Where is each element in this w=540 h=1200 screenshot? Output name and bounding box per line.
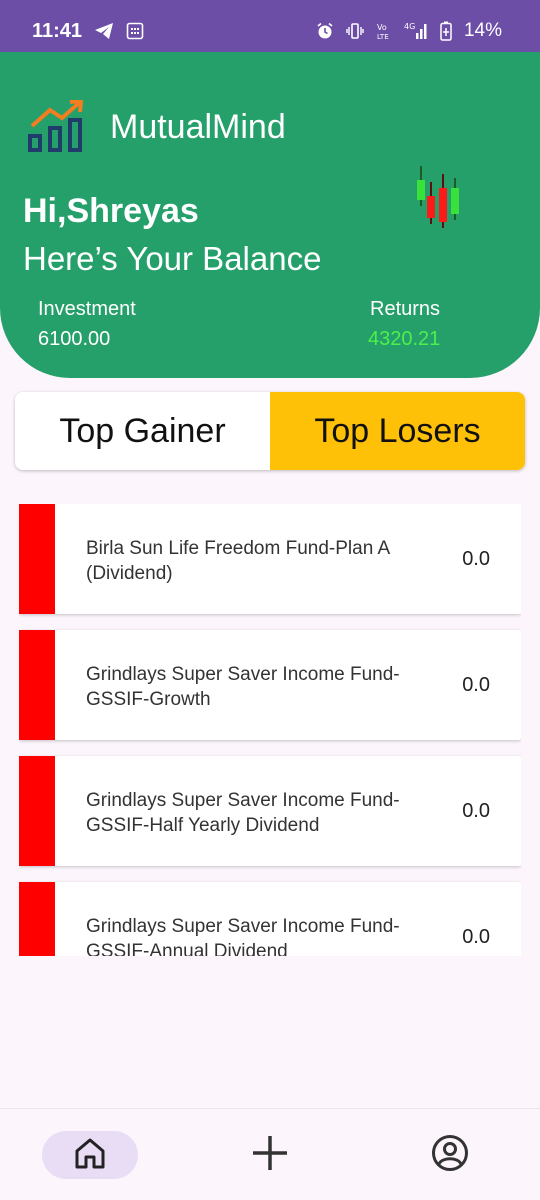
balance-header: MutualMind Hi,Shreyas Here’s Your Balanc… bbox=[0, 52, 540, 378]
nav-profile-button[interactable] bbox=[426, 1131, 474, 1179]
signal-icon: 4G bbox=[404, 21, 428, 41]
balance-title: Here’s Your Balance bbox=[23, 240, 322, 277]
profile-icon bbox=[431, 1134, 469, 1177]
list-item[interactable]: Grindlays Super Saver Income Fund-GSSIF-… bbox=[19, 630, 521, 740]
battery-icon bbox=[440, 21, 452, 41]
fund-value: 0.0 bbox=[462, 800, 490, 822]
returns-label: Returns bbox=[370, 298, 441, 320]
list-item[interactable]: Grindlays Super Saver Income Fund-GSSIF-… bbox=[19, 756, 521, 866]
app-logo-icon bbox=[28, 98, 88, 159]
bottom-navigation bbox=[0, 1108, 540, 1200]
list-item[interactable]: Grindlays Super Saver Income Fund-GSSIF-… bbox=[19, 882, 521, 956]
add-icon bbox=[250, 1133, 290, 1178]
fund-value: 0.0 bbox=[462, 674, 490, 696]
calendar-icon bbox=[126, 22, 144, 40]
nav-add-button[interactable] bbox=[246, 1131, 294, 1179]
svg-text:LTE: LTE bbox=[377, 33, 389, 41]
loser-indicator bbox=[19, 882, 55, 956]
fund-value: 0.0 bbox=[462, 926, 490, 948]
svg-text:4G: 4G bbox=[404, 22, 415, 31]
investment-label: Investment bbox=[38, 298, 136, 320]
loser-indicator bbox=[19, 630, 55, 740]
volte-icon: Vo LTE bbox=[376, 21, 392, 41]
alarm-icon bbox=[316, 22, 334, 40]
vibrate-icon bbox=[346, 22, 364, 40]
status-time: 11:41 bbox=[32, 19, 83, 42]
top-gainer-tab[interactable]: Top Gainer bbox=[15, 392, 270, 470]
telegram-icon bbox=[94, 22, 114, 40]
investment-value: 6100.00 bbox=[38, 328, 111, 350]
svg-text:Vo: Vo bbox=[377, 23, 387, 32]
returns-value: 4320.21 bbox=[368, 328, 441, 350]
fund-name: Grindlays Super Saver Income Fund-GSSIF-… bbox=[86, 916, 400, 956]
status-right: Vo LTE 4G 14% bbox=[316, 20, 502, 42]
battery-percent: 14% bbox=[463, 20, 502, 41]
home-icon bbox=[72, 1135, 108, 1176]
nav-home-button[interactable] bbox=[42, 1131, 138, 1179]
fund-value: 0.0 bbox=[462, 548, 490, 570]
fund-list[interactable]: Birla Sun Life Freedom Fund-Plan A (Divi… bbox=[19, 504, 521, 956]
list-item[interactable]: Birla Sun Life Freedom Fund-Plan A (Divi… bbox=[19, 504, 521, 614]
fund-name: Grindlays Super Saver Income Fund-GSSIF-… bbox=[86, 790, 400, 836]
gainer-loser-toggle: Top Gainer Top Losers bbox=[15, 392, 525, 470]
fund-name: Birla Sun Life Freedom Fund-Plan A (Divi… bbox=[86, 538, 390, 584]
top-losers-tab[interactable]: Top Losers bbox=[270, 392, 525, 470]
greeting: Hi,Shreyas bbox=[23, 192, 199, 230]
loser-indicator bbox=[19, 756, 55, 866]
status-left: 11:41 bbox=[32, 20, 144, 43]
app-name: MutualMind bbox=[110, 108, 286, 146]
loser-indicator bbox=[19, 504, 55, 614]
fund-name: Grindlays Super Saver Income Fund-GSSIF-… bbox=[86, 664, 400, 710]
candlestick-icon bbox=[414, 166, 464, 235]
